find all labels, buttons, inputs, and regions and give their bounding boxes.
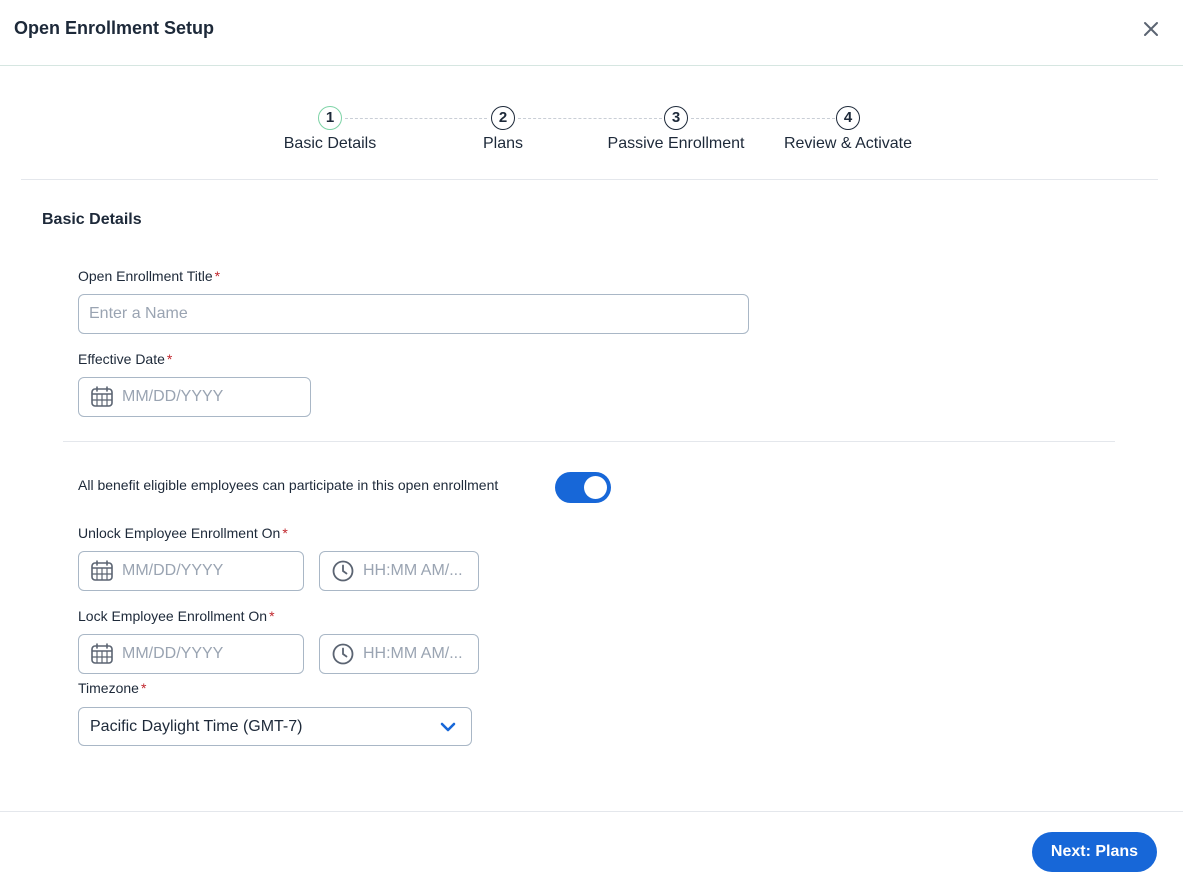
toggle-knob (584, 476, 607, 499)
required-mark: * (282, 525, 288, 541)
step-number: 3 (664, 106, 688, 130)
footer-divider (0, 811, 1183, 812)
timezone-select[interactable]: Pacific Daylight Time (GMT-7) (78, 707, 472, 746)
step-plans[interactable]: 2 Plans (453, 106, 553, 153)
timezone-label: Timezone * (78, 680, 146, 696)
lock-time-input[interactable] (319, 634, 479, 674)
timezone-label-text: Timezone (78, 680, 139, 696)
title-input[interactable] (78, 294, 749, 334)
title-label-text: Open Enrollment Title (78, 268, 213, 284)
chevron-down-icon (440, 722, 456, 732)
lock-label: Lock Employee Enrollment On * (78, 608, 275, 624)
stepper-divider (21, 179, 1158, 180)
unlock-label: Unlock Employee Enrollment On * (78, 525, 288, 541)
title-label: Open Enrollment Title * (78, 268, 220, 284)
required-mark: * (166, 351, 173, 367)
step-label: Plans (482, 135, 524, 152)
step-label: Passive Enrollment (607, 135, 745, 152)
section-title: Basic Details (42, 211, 142, 228)
form-divider (63, 441, 1115, 442)
lock-label-text: Lock Employee Enrollment On (78, 608, 268, 624)
unlock-date-input[interactable] (78, 551, 304, 591)
step-number: 1 (318, 106, 342, 130)
required-mark: * (140, 680, 147, 696)
lock-date-input[interactable] (78, 634, 304, 674)
step-number: 4 (836, 106, 860, 130)
unlock-time-input[interactable] (319, 551, 479, 591)
close-icon (1144, 22, 1158, 36)
dialog-header: Open Enrollment Setup (0, 0, 1183, 66)
dialog-title: Open Enrollment Setup (14, 18, 215, 38)
close-button[interactable] (1139, 17, 1163, 41)
unlock-label-text: Unlock Employee Enrollment On (78, 525, 281, 541)
step-label: Review & Activate (783, 135, 913, 152)
required-mark: * (269, 608, 275, 624)
step-passive-enrollment[interactable]: 3 Passive Enrollment (596, 106, 756, 153)
eligibility-toggle[interactable] (555, 472, 611, 503)
timezone-selected-value: Pacific Daylight Time (GMT-7) (90, 718, 303, 735)
step-label: Basic Details (283, 135, 377, 152)
step-review-activate[interactable]: 4 Review & Activate (773, 106, 923, 153)
next-plans-button[interactable]: Next: Plans (1032, 832, 1157, 872)
step-number: 2 (491, 106, 515, 130)
effective-date-input[interactable] (78, 377, 311, 417)
effective-date-label: Effective Date * (78, 351, 172, 367)
stepper: 1 Basic Details 2 Plans 3 Passive Enroll… (0, 106, 1183, 156)
required-mark: * (214, 268, 221, 284)
step-basic-details[interactable]: 1 Basic Details (270, 106, 390, 153)
effective-date-label-text: Effective Date (78, 351, 165, 367)
eligibility-toggle-label: All benefit eligible employees can parti… (78, 477, 499, 493)
